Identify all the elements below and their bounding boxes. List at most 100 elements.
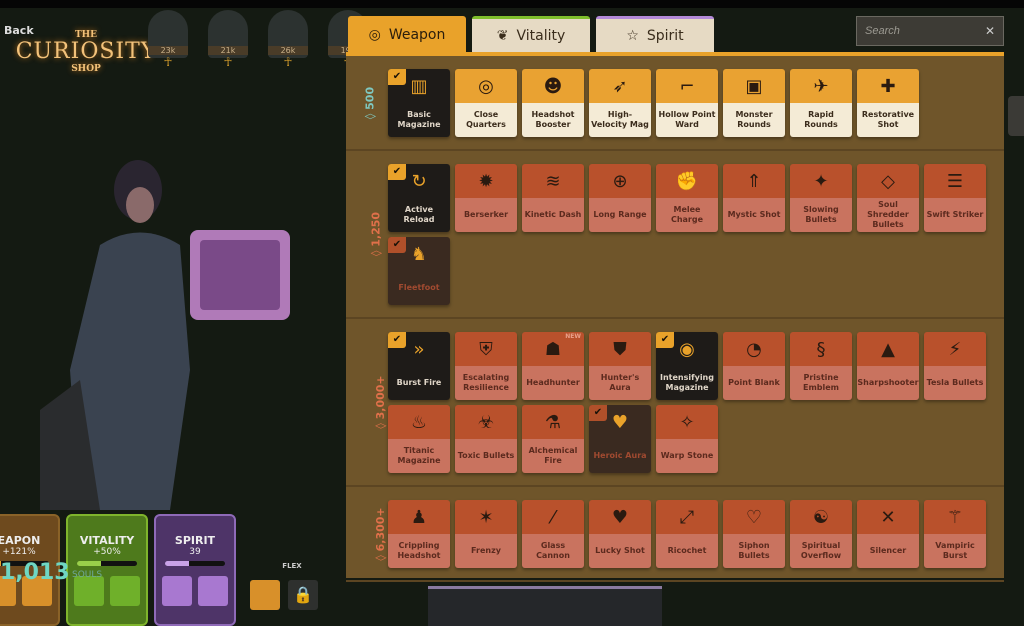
item-icon: ♥ bbox=[589, 500, 651, 534]
item-card[interactable]: ◔ Point Blank bbox=[723, 332, 785, 400]
item-card[interactable]: ✔ ▥ Basic Magazine bbox=[388, 69, 450, 137]
item-card[interactable]: ☰ Swift Striker bbox=[924, 164, 986, 232]
shop-items-panel: ◊ 500 ✔ ▥ Basic Magazine ◎ Close Quarters ☻ Hea… bbox=[346, 52, 1004, 582]
item-card[interactable]: ♟ Crippling Headshot bbox=[388, 500, 450, 568]
item-card[interactable]: ⛨ Escalating Resilience bbox=[455, 332, 517, 400]
item-card[interactable]: ☯ Spiritual Overflow bbox=[790, 500, 852, 568]
item-icon: ⤢ bbox=[656, 500, 718, 534]
item-card[interactable]: ✊ Melee Charge bbox=[656, 164, 718, 232]
item-name: Close Quarters bbox=[455, 103, 517, 137]
item-name: Intensifying Magazine bbox=[656, 366, 718, 400]
item-card[interactable]: § Pristine Emblem bbox=[790, 332, 852, 400]
team-icon: ☥ bbox=[223, 55, 233, 69]
item-card[interactable]: ✔ ♥ Heroic Aura bbox=[589, 405, 651, 473]
item-card[interactable]: ➶ High-Velocity Mag bbox=[589, 69, 651, 137]
item-name: High-Velocity Mag bbox=[589, 103, 651, 137]
tab-spirit[interactable]: ☆ Spirit bbox=[596, 16, 714, 53]
hero-portrait[interactable]: 21k ☥ bbox=[208, 10, 248, 69]
tier-cost: ◊ 1,250 bbox=[369, 211, 383, 257]
bottom-build-bar bbox=[428, 586, 662, 626]
item-card[interactable]: ⊕ Long Range bbox=[589, 164, 651, 232]
item-card[interactable]: ⚚ Vampiric Burst bbox=[924, 500, 986, 568]
tab-label: Spirit bbox=[646, 28, 684, 44]
vitality-stat-value: +50% bbox=[93, 547, 121, 557]
vitality-slot[interactable] bbox=[74, 576, 104, 606]
hero-character bbox=[40, 160, 290, 510]
spirit-slot[interactable] bbox=[198, 576, 228, 606]
item-name: Lucky Shot bbox=[589, 534, 651, 568]
item-name: Melee Charge bbox=[656, 198, 718, 232]
item-icon: ⊕ bbox=[589, 164, 651, 198]
clear-search-icon[interactable]: ✕ bbox=[985, 24, 995, 38]
spirit-slot[interactable] bbox=[162, 576, 192, 606]
tab-weapon[interactable]: ◎ Weapon bbox=[348, 16, 466, 53]
item-card[interactable]: ◇ Soul Shredder Bullets bbox=[857, 164, 919, 232]
item-name: Swift Striker bbox=[924, 198, 986, 232]
item-card[interactable]: ⌐ Hollow Point Ward bbox=[656, 69, 718, 137]
item-card[interactable]: ◎ Close Quarters bbox=[455, 69, 517, 137]
tab-vitality[interactable]: ❦ Vitality bbox=[472, 16, 590, 53]
check-icon: ✔ bbox=[388, 164, 406, 180]
search-input[interactable] bbox=[865, 25, 975, 37]
side-panel-tab[interactable] bbox=[1008, 96, 1024, 136]
item-card[interactable]: ⁄ Glass Cannon bbox=[522, 500, 584, 568]
spirit-stat: SPIRIT 39 bbox=[154, 514, 236, 626]
item-name: Hunter's Aura bbox=[589, 366, 651, 400]
item-icon: ☣ bbox=[455, 405, 517, 439]
item-card[interactable]: ♡ Siphon Bullets bbox=[723, 500, 785, 568]
item-card[interactable]: ⚗ Alchemical Fire bbox=[522, 405, 584, 473]
item-name: Mystic Shot bbox=[723, 198, 785, 232]
item-card[interactable]: ♨ Titanic Magazine bbox=[388, 405, 450, 473]
item-name: Escalating Resilience bbox=[455, 366, 517, 400]
item-card[interactable]: ⇑ Mystic Shot bbox=[723, 164, 785, 232]
item-icon: ✕ bbox=[857, 500, 919, 534]
item-name: Titanic Magazine bbox=[388, 439, 450, 473]
item-name: Kinetic Dash bbox=[522, 198, 584, 232]
item-card[interactable]: ✔ ♞ Fleetfoot bbox=[388, 237, 450, 305]
item-icon: ⌐ bbox=[656, 69, 718, 103]
item-card[interactable]: ✧ Warp Stone bbox=[656, 405, 718, 473]
flex-slot[interactable] bbox=[250, 580, 280, 610]
item-card[interactable]: ♥ Lucky Shot bbox=[589, 500, 651, 568]
vitality-slot[interactable] bbox=[110, 576, 140, 606]
item-card[interactable]: NEW ☗ Headhunter bbox=[522, 332, 584, 400]
tier-cost: ◊ 6,300+ bbox=[374, 506, 388, 561]
hero-portrait[interactable]: 26k ☥ bbox=[268, 10, 308, 69]
hero-souls: 21k bbox=[208, 46, 248, 55]
item-card[interactable]: ✚ Restorative Shot bbox=[857, 69, 919, 137]
item-card[interactable]: ✶ Frenzy bbox=[455, 500, 517, 568]
item-icon: ☯ bbox=[790, 500, 852, 534]
item-card[interactable]: ⤢ Ricochet bbox=[656, 500, 718, 568]
item-card[interactable]: ▣ Monster Rounds bbox=[723, 69, 785, 137]
spirit-stat-value: 39 bbox=[189, 547, 201, 557]
item-icon: ✊ bbox=[656, 164, 718, 198]
spirit-icon: ☆ bbox=[626, 28, 639, 44]
item-card[interactable]: ✹ Berserker bbox=[455, 164, 517, 232]
item-card[interactable]: ✦ Slowing Bullets bbox=[790, 164, 852, 232]
item-name: Basic Magazine bbox=[388, 103, 450, 137]
item-card[interactable]: ⚡ Tesla Bullets bbox=[924, 332, 986, 400]
item-icon: § bbox=[790, 332, 852, 366]
item-name: Headhunter bbox=[522, 366, 584, 400]
item-icon: ✹ bbox=[455, 164, 517, 198]
item-card[interactable]: ≋ Kinetic Dash bbox=[522, 164, 584, 232]
item-card[interactable]: ✈ Rapid Rounds bbox=[790, 69, 852, 137]
item-card[interactable]: ▲ Sharpshooter bbox=[857, 332, 919, 400]
item-name: Siphon Bullets bbox=[723, 534, 785, 568]
item-icon: ✈ bbox=[790, 69, 852, 103]
item-name: Burst Fire bbox=[388, 366, 450, 400]
hero-portrait[interactable]: 23k ☥ bbox=[148, 10, 188, 69]
item-card[interactable]: ⛊ Hunter's Aura bbox=[589, 332, 651, 400]
check-icon: ✔ bbox=[589, 405, 607, 421]
item-icon: ⇑ bbox=[723, 164, 785, 198]
category-tabs: ◎ Weapon ❦ Vitality ☆ Spirit bbox=[348, 16, 714, 53]
item-card[interactable]: ✔ ↻ Active Reload bbox=[388, 164, 450, 232]
item-card[interactable]: ✔» Burst Fire bbox=[388, 332, 450, 400]
item-card[interactable]: ✔ ◉ Intensifying Magazine bbox=[656, 332, 718, 400]
item-icon: ▲ bbox=[857, 332, 919, 366]
item-card[interactable]: ☻ Headshot Booster bbox=[522, 69, 584, 137]
check-icon: ✔ bbox=[388, 332, 406, 348]
item-card[interactable]: ☣ Toxic Bullets bbox=[455, 405, 517, 473]
item-name: Silencer bbox=[857, 534, 919, 568]
item-card[interactable]: ✕ Silencer bbox=[857, 500, 919, 568]
